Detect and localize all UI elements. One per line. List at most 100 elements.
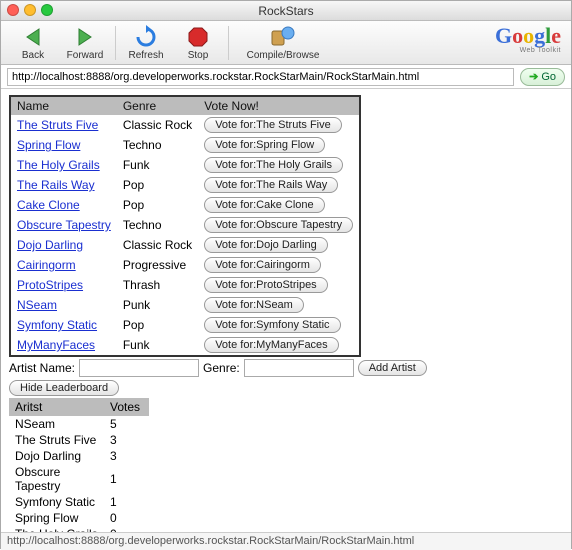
vote-button[interactable]: Vote for:NSeam <box>204 297 304 313</box>
vote-button[interactable]: Vote for:The Struts Five <box>204 117 342 133</box>
table-row: Symfony Static Pop Vote for:Symfony Static <box>10 315 360 335</box>
artist-link[interactable]: The Holy Grails <box>17 158 100 172</box>
address-bar: ➔ Go <box>1 65 571 89</box>
table-row: The Holy Grails Funk Vote for:The Holy Gra… <box>10 155 360 175</box>
table-row: NSeam Punk Vote for:NSeam <box>10 295 360 315</box>
add-artist-row: Artist Name: Genre: Add Artist <box>9 359 563 377</box>
window-title: RockStars <box>258 4 313 18</box>
table-row: Obscure Tapestry Techno Vote for:Obscure T… <box>10 215 360 235</box>
vote-button[interactable]: Vote for:Obscure Tapestry <box>204 217 353 233</box>
genre-label: Genre: <box>203 361 240 375</box>
window-controls <box>7 4 53 16</box>
artist-cell: Dojo Darling <box>9 448 104 464</box>
genre-cell: Funk <box>117 335 198 356</box>
forward-label: Forward <box>67 50 104 61</box>
artist-link[interactable]: ProtoStripes <box>17 278 83 292</box>
votes-cell: 1 <box>104 494 149 510</box>
hide-leaderboard-button[interactable]: Hide Leaderboard <box>9 380 119 396</box>
table-row: The Struts Five3 <box>9 432 149 448</box>
status-text: http://localhost:8888/org.developerworks… <box>7 535 414 547</box>
artist-cell: Spring Flow <box>9 510 104 526</box>
artist-link[interactable]: Dojo Darling <box>17 238 83 252</box>
compile-browse-button[interactable]: Compile/Browse <box>233 24 333 61</box>
votes-cell: 1 <box>104 464 149 494</box>
col-name: Name <box>10 96 117 115</box>
zoom-icon[interactable] <box>41 4 53 16</box>
genre-cell: Pop <box>117 175 198 195</box>
brand-subtitle: Web Toolkit <box>495 47 561 54</box>
vote-button[interactable]: Vote for:Cake Clone <box>204 197 324 213</box>
table-row: Spring Flow0 <box>9 510 149 526</box>
vote-button[interactable]: Vote for:ProtoStripes <box>204 277 328 293</box>
votes-cell: 0 <box>104 510 149 526</box>
genre-cell: Progressive <box>117 255 198 275</box>
artist-link[interactable]: Cake Clone <box>17 198 80 212</box>
voting-table: Name Genre Vote Now! The Struts FiveClas… <box>9 95 361 357</box>
status-bar: http://localhost:8888/org.developerworks… <box>1 532 571 550</box>
genre-cell: Techno <box>117 215 198 235</box>
table-row: Obscure Tapestry1 <box>9 464 149 494</box>
artist-cell: Obscure Tapestry <box>9 464 104 494</box>
stop-label: Stop <box>188 50 209 61</box>
artist-link[interactable]: Spring Flow <box>17 138 80 152</box>
stop-button[interactable]: Stop <box>172 24 224 61</box>
genre-cell: Punk <box>117 295 198 315</box>
window-titlebar: RockStars <box>1 1 571 21</box>
table-row: The Struts Five Classic Rock Vote for:The … <box>10 115 360 135</box>
vote-button[interactable]: Vote for:Cairingorm <box>204 257 321 273</box>
col-artist: Aritst <box>9 398 104 416</box>
artist-link[interactable]: MyManyFaces <box>17 338 95 352</box>
table-row: The Rails Way Pop Vote for:The Rails Way <box>10 175 360 195</box>
genre-cell: Pop <box>117 315 198 335</box>
artist-link[interactable]: The Struts Five <box>17 118 98 132</box>
vote-button[interactable]: Vote for:Spring Flow <box>204 137 325 153</box>
artist-link[interactable]: The Rails Way <box>17 178 95 192</box>
genre-cell: Classic Rock <box>117 115 198 135</box>
artist-cell: The Holy Grails <box>9 526 104 532</box>
artist-link[interactable]: NSeam <box>17 298 57 312</box>
table-row: NSeam5 <box>9 416 149 432</box>
minimize-icon[interactable] <box>24 4 36 16</box>
refresh-label: Refresh <box>128 50 163 61</box>
genre-cell: Thrash <box>117 275 198 295</box>
artist-link[interactable]: Symfony Static <box>17 318 97 332</box>
compile-icon <box>270 24 296 50</box>
go-button[interactable]: ➔ Go <box>520 68 565 86</box>
go-arrow-icon: ➔ <box>529 70 538 83</box>
votes-cell: 3 <box>104 448 149 464</box>
votes-cell: 3 <box>104 432 149 448</box>
vote-button[interactable]: Vote for:The Rails Way <box>204 177 338 193</box>
table-row: Symfony Static1 <box>9 494 149 510</box>
google-web-toolkit-logo: Google Web Toolkit <box>495 25 561 54</box>
back-button[interactable]: Back <box>7 24 59 61</box>
table-row: Dojo Darling3 <box>9 448 149 464</box>
table-row: MyManyFaces Funk Vote for:MyManyFaces <box>10 335 360 356</box>
vote-button[interactable]: Vote for:The Holy Grails <box>204 157 343 173</box>
table-row: Dojo DarlingClassic RockVote for:Dojo Da… <box>10 235 360 255</box>
artist-name-label: Artist Name: <box>9 361 75 375</box>
col-vote: Vote Now! <box>198 96 360 115</box>
artist-cell: NSeam <box>9 416 104 432</box>
vote-button[interactable]: Vote for:MyManyFaces <box>204 337 339 353</box>
votes-cell: 5 <box>104 416 149 432</box>
close-icon[interactable] <box>7 4 19 16</box>
refresh-button[interactable]: Refresh <box>120 24 172 61</box>
forward-button[interactable]: Forward <box>59 24 111 61</box>
artist-link[interactable]: Obscure Tapestry <box>17 218 111 232</box>
table-row: Cake ClonePopVote for:Cake Clone <box>10 195 360 215</box>
artist-name-input[interactable] <box>79 359 199 377</box>
vote-button[interactable]: Vote for:Symfony Static <box>204 317 340 333</box>
refresh-icon <box>133 24 159 50</box>
table-row: ProtoStripes Thrash Vote for:ProtoStripes <box>10 275 360 295</box>
url-input[interactable] <box>7 68 514 86</box>
table-row: Cairingorm Progressive Vote for:Cairingorm <box>10 255 360 275</box>
back-label: Back <box>22 50 44 61</box>
genre-cell: Funk <box>117 155 198 175</box>
genre-input[interactable] <box>244 359 354 377</box>
table-row: Spring FlowTechnoVote for:Spring Flow <box>10 135 360 155</box>
add-artist-button[interactable]: Add Artist <box>358 360 427 376</box>
vote-button[interactable]: Vote for:Dojo Darling <box>204 237 328 253</box>
artist-link[interactable]: Cairingorm <box>17 258 76 272</box>
stop-icon <box>185 24 211 50</box>
back-arrow-icon <box>20 24 46 50</box>
